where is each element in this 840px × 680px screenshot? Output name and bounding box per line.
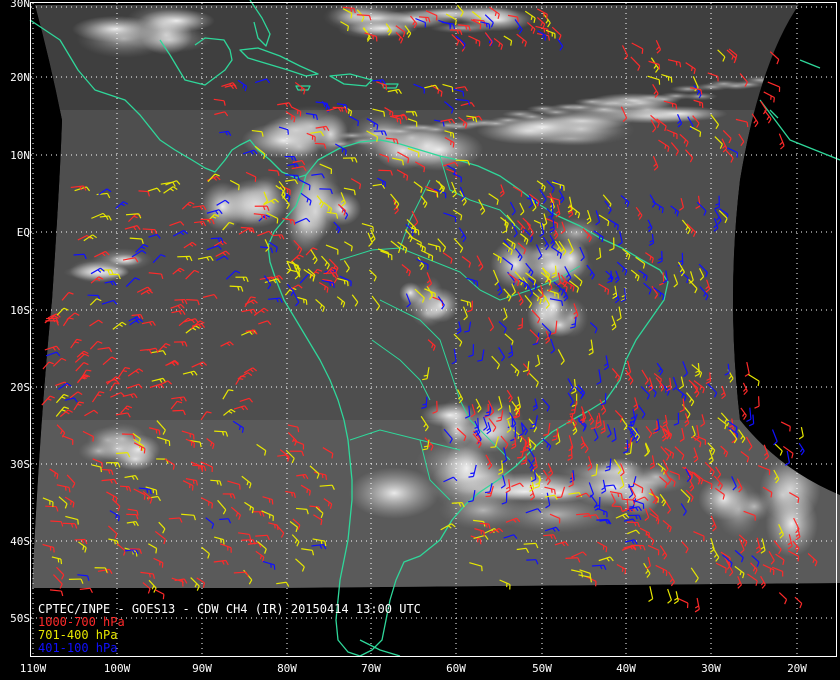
cloud-patch [421,402,480,428]
lat-label-30n: 30N [10,0,30,10]
lon-label-50w: 50W [532,662,552,675]
cloud-patch [72,15,158,43]
lon-label-30w: 30W [701,662,721,675]
lat-label-50s: 50S [10,612,30,625]
lon-label-70w: 70W [361,662,381,675]
cloud-patch [78,439,119,463]
lon-label-100w: 100W [103,662,131,675]
lat-label-40s: 40S [10,535,30,548]
lon-label-110w: 110W [19,662,47,675]
lon-label-60w: 60W [446,662,466,675]
lat-label-20n: 20N [10,71,30,84]
cloud-patch [629,105,728,122]
lat-label-10n: 10N [10,149,30,162]
cloud-patch [200,181,245,232]
lon-label-80w: 80W [277,662,297,675]
satellite-imagery [32,5,840,590]
lat-label-30s: 30S [10,458,30,471]
lon-label-90w: 90W [192,662,212,675]
lat-label-20s: 20S [10,381,30,394]
lat-label-eq: EQ [16,226,30,239]
lat-label-10s: 10S [10,304,30,317]
legend-high-level: 401-100 hPa [38,641,118,655]
cloud-patch [567,466,659,508]
map-canvas [29,0,840,658]
cloud-patch [116,434,161,465]
satellite-map: 30N 20N 10N EQ 10S 20S 30S 40S 50S 110W … [0,0,840,680]
lon-label-20w: 20W [787,662,807,675]
map-caption: CPTEC/INPE - GOES13 - CDW CH4 (IR) 20150… [38,603,421,655]
lon-label-40w: 40W [616,662,636,675]
